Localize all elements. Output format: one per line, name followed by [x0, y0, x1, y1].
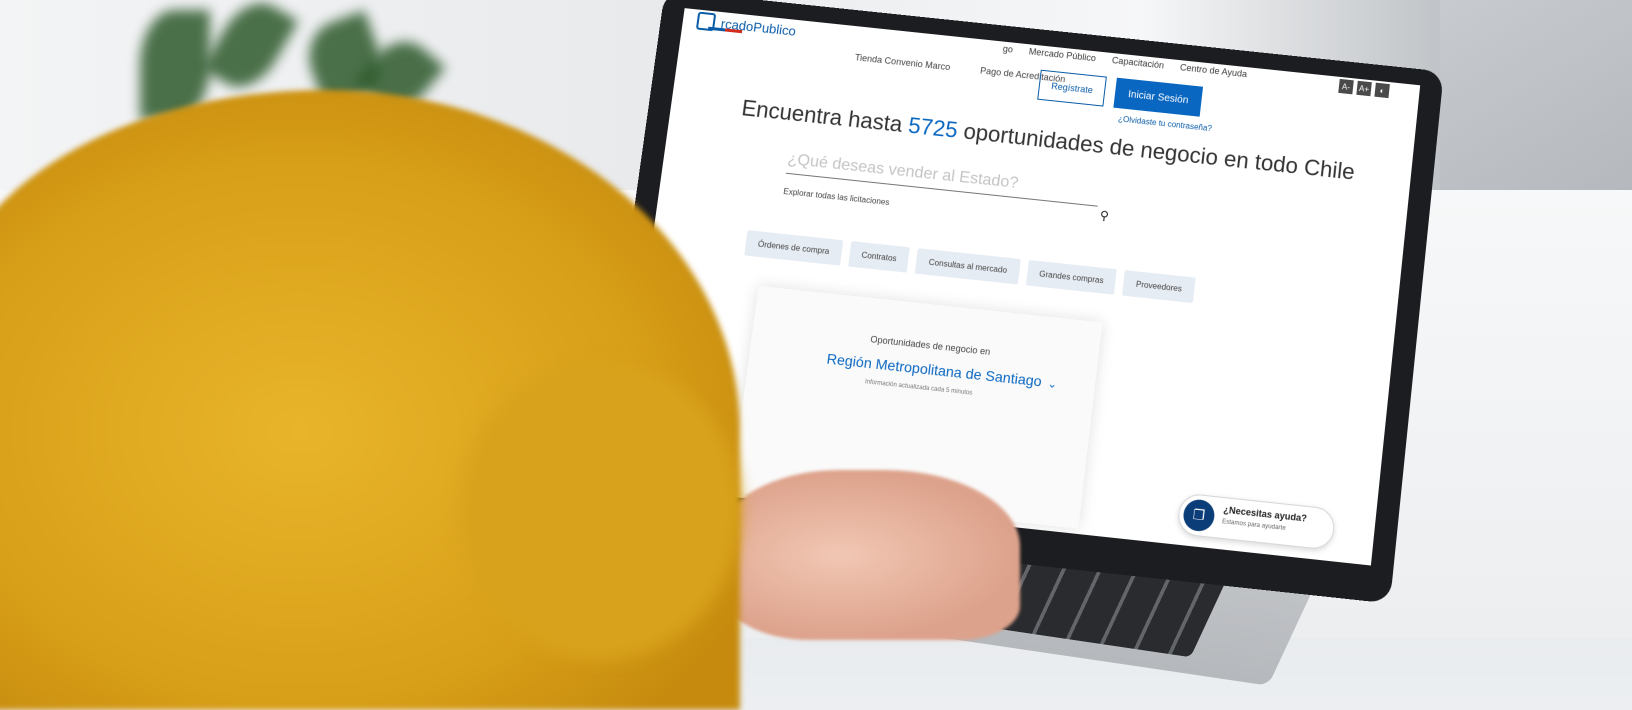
nav-link-tienda[interactable]: Tienda Convenio Marco [854, 52, 950, 72]
font-decrease-button[interactable]: A- [1338, 79, 1354, 94]
chip-consultas[interactable]: Consultas al mercado [915, 248, 1021, 284]
search-area: ⚲ Explorar todas las licitaciones [786, 149, 1121, 209]
search-icon[interactable]: ⚲ [1099, 208, 1110, 223]
font-increase-button[interactable]: A+ [1356, 81, 1372, 96]
explore-all-link[interactable]: Explorar todas las licitaciones [783, 187, 890, 207]
nav-link[interactable]: Mercado Público [1028, 46, 1096, 63]
chip-proveedores[interactable]: Proveedores [1122, 270, 1195, 303]
chip-ordenes[interactable]: Órdenes de compra [744, 230, 843, 265]
nav-link[interactable]: Centro de Ayuda [1179, 62, 1247, 79]
nav-link[interactable]: go [1002, 44, 1013, 55]
person-shoulder [460, 360, 740, 660]
chevron-down-icon: ⌄ [1047, 378, 1058, 391]
register-button[interactable]: Regístrate [1037, 70, 1107, 107]
accessibility-controls: A- A+ ◐ [1338, 79, 1390, 98]
typing-hands [720, 470, 1020, 640]
login-button[interactable]: Iniciar Sesión [1113, 78, 1203, 117]
nav-link[interactable]: Capacitación [1111, 55, 1164, 70]
secondary-nav: Tienda Convenio Marco Pago de Acreditaci… [854, 52, 1066, 84]
logo-text: rcadoPublico [720, 16, 797, 39]
help-widget[interactable]: ❐ ¿Necesitas ayuda? Estamos para ayudart… [1176, 492, 1336, 550]
contrast-button[interactable]: ◐ [1374, 83, 1390, 98]
chip-grandes-compras[interactable]: Grandes compras [1026, 260, 1118, 295]
chip-contratos[interactable]: Contratos [848, 241, 910, 273]
forgot-password-link[interactable]: ¿Olvidaste tu contraseña? [1118, 114, 1213, 133]
opportunity-count: 5725 [907, 113, 959, 143]
help-subtitle: Estamos para ayudarte [1222, 519, 1286, 532]
site-logo[interactable]: rcadoPublico [696, 12, 797, 40]
chat-icon: ❐ [1182, 498, 1216, 533]
plant-leaf [202, 0, 299, 99]
hero-prefix: Encuentra hasta [740, 95, 904, 137]
